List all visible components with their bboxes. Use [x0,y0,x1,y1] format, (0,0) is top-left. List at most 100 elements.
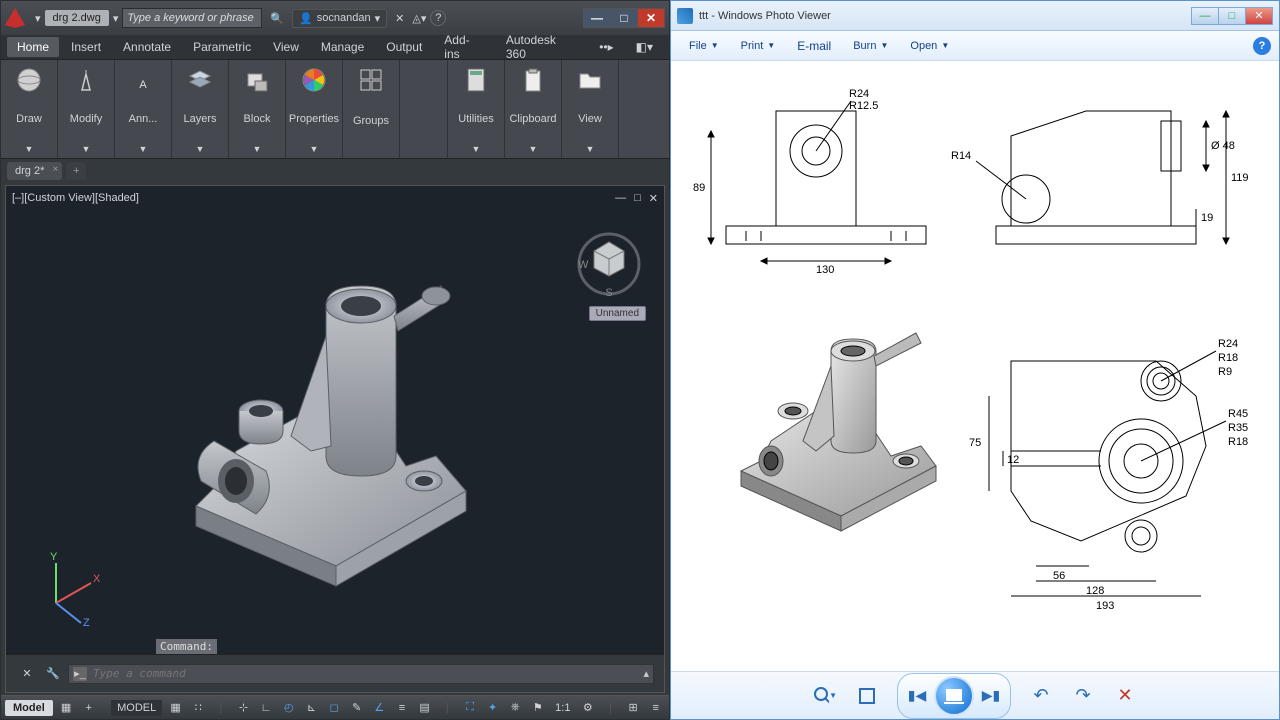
maximize-viewport-button[interactable]: □ [634,192,641,205]
chevron-up-icon[interactable]: ▴ [643,667,649,680]
separator: | [438,699,457,717]
ribbon-collapse-button[interactable]: ◧▾ [626,37,663,57]
polar-icon[interactable]: ◴ [279,699,298,717]
chevron-down-icon[interactable]: ▼ [82,144,91,154]
tab-parametric[interactable]: Parametric [183,37,261,57]
menu-email[interactable]: E-mail [787,35,841,57]
new-tab-button[interactable]: + [66,162,86,180]
rotate-cw-button[interactable]: ↷ [1071,684,1095,708]
filter-icon[interactable]: ⎈ [506,699,525,717]
user-menu[interactable]: 👤 socnandan ▾ [292,9,387,28]
wrench-icon[interactable]: 🔧 [42,665,64,683]
minimize-viewport-button[interactable]: — [615,192,626,205]
panel-clipboard[interactable]: Clipboard ▼ [505,60,562,158]
modelspace-button[interactable]: MODEL [111,700,162,716]
panel-utilities[interactable]: Utilities ▼ [448,60,505,158]
delete-button[interactable]: ✕ [1113,684,1137,708]
close-button[interactable]: ✕ [637,8,665,28]
panel-properties[interactable]: Properties ▼ [286,60,343,158]
cloud-icon[interactable]: ◬▾ [412,12,426,25]
layout-add-icon[interactable]: ▦ [57,699,76,717]
transparency-icon[interactable]: ▤ [415,699,434,717]
view-name-button[interactable]: Unnamed [589,306,646,321]
customize-icon[interactable]: ⊞ [624,699,643,717]
minimize-button[interactable]: — [1191,7,1219,25]
tab-annotate[interactable]: Annotate [113,37,181,57]
tab-more[interactable]: ••▸ [589,37,623,57]
gizmo-icon[interactable]: ✦ [483,699,502,717]
model-tab[interactable]: Model [5,700,53,716]
command-input-box[interactable]: ▸_ ▴ [68,664,654,684]
isodraft-icon[interactable]: ⊾ [302,699,321,717]
lineweight-icon[interactable]: ≡ [393,699,412,717]
anno-person-icon[interactable]: ⚑ [529,699,548,717]
panel-annotation[interactable]: A Ann... ▼ [115,60,172,158]
scale-button[interactable]: 1:1 [551,702,574,714]
maximize-button[interactable]: □ [610,8,638,28]
viewport-label[interactable]: [–][Custom View][Shaded] [12,192,139,204]
panel-block[interactable]: Block ▼ [229,60,286,158]
chevron-down-icon[interactable]: ▼ [253,144,262,154]
chevron-down-icon[interactable]: ▼ [310,144,319,154]
panel-groups[interactable]: Groups [343,60,400,158]
selection-icon[interactable]: ⛶ [461,699,480,717]
search-input[interactable]: Type a keyword or phrase [122,8,262,28]
minimize-button[interactable]: — [583,8,611,28]
menu-print[interactable]: Print▼ [731,36,786,56]
tab-home[interactable]: Home [7,37,59,57]
ortho-icon[interactable]: ∟ [257,699,276,717]
next-button[interactable]: ▶▮ [976,683,1006,709]
3dosnap-icon[interactable]: ✎ [347,699,366,717]
chevron-down-icon[interactable]: ▼ [586,144,595,154]
tab-insert[interactable]: Insert [61,37,111,57]
chevron-down-icon[interactable]: ▼ [472,144,481,154]
panel-modify[interactable]: Modify ▼ [58,60,115,158]
viewcube[interactable]: S W [574,226,644,296]
zoom-button[interactable]: ▼ [813,684,837,708]
gear-icon[interactable]: ⚙ [578,699,597,717]
close-button[interactable]: ✕ [1245,7,1273,25]
slideshow-button[interactable] [934,676,974,716]
chevron-down-icon[interactable]: ▼ [196,144,205,154]
close-icon[interactable]: × [53,164,59,175]
menu-icon[interactable]: ≡ [646,699,665,717]
menu-open[interactable]: Open▼ [900,36,959,56]
panel-label: View [578,113,602,125]
chevron-down-icon[interactable]: ▼ [139,144,148,154]
command-input[interactable] [93,667,637,680]
tab-view[interactable]: View [263,37,309,57]
exchange-icon[interactable]: ✕ [391,12,408,25]
menu-burn[interactable]: Burn▼ [843,36,898,56]
actual-size-button[interactable] [855,684,879,708]
chevron-down-icon[interactable]: ▼ [25,144,34,154]
filename-tab[interactable]: drg 2.dwg [45,10,109,26]
panel-view[interactable]: View ▼ [562,60,619,158]
maximize-button[interactable]: □ [1218,7,1246,25]
document-tab[interactable]: drg 2* × [7,162,62,180]
close-viewport-button[interactable]: ✕ [649,192,658,205]
menu-file[interactable]: File▼ [679,36,729,56]
otrack-icon[interactable]: ∠ [370,699,389,717]
panel-draw[interactable]: Draw ▼ [1,60,58,158]
snap-icon[interactable]: ∷ [189,699,208,717]
help-icon[interactable]: ? [1253,37,1271,55]
image-canvas[interactable]: R24 R12.5 130 89 R14 Ø 48 [671,61,1279,671]
svg-text:R18: R18 [1228,436,1248,448]
prev-button[interactable]: ▮◀ [902,683,932,709]
panel-layers[interactable]: Layers ▼ [172,60,229,158]
tab-output[interactable]: Output [376,37,432,57]
viewport[interactable]: [–][Custom View][Shaded] — □ ✕ S W Unnam… [5,185,665,693]
binoculars-icon[interactable]: 🔍 [266,12,288,25]
tab-manage[interactable]: Manage [311,37,374,57]
grid-icon[interactable]: ▦ [166,699,185,717]
chevron-down-icon[interactable]: ▼ [529,144,538,154]
dropdown-icon[interactable]: ▾ [35,12,41,25]
close-cmd-icon[interactable]: ✕ [16,665,38,683]
rotate-ccw-button[interactable]: ↶ [1029,684,1053,708]
dropdown-icon[interactable]: ▾ [113,12,119,25]
panel-spacer [400,60,448,158]
plus-icon[interactable]: + [79,699,98,717]
help-icon[interactable]: ? [430,10,446,26]
osnap-icon[interactable]: ◻ [325,699,344,717]
infer-icon[interactable]: ⊹ [234,699,253,717]
